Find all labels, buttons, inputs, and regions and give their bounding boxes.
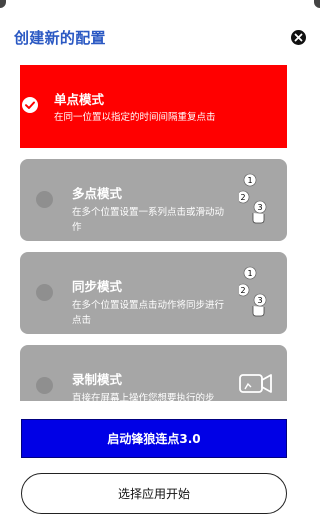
corner-left bbox=[0, 0, 6, 8]
record-icon bbox=[239, 374, 272, 393]
mode-description: 直接在屏幕上操作您想要执行的步骤，目标操作将自动而加 bbox=[72, 393, 215, 401]
svg-text:2: 2 bbox=[240, 286, 245, 295]
mode-card-sync[interactable]: 同步模式 在多个位置设置点击动作将同步进行点击 1 2 3 bbox=[20, 252, 287, 334]
mode-description: 在多个位置设置一系列点击或滑动动作 bbox=[72, 207, 225, 233]
mode-title: 单点模式 bbox=[54, 92, 105, 107]
selected-radio[interactable] bbox=[22, 97, 38, 113]
mode-radio[interactable] bbox=[36, 377, 53, 394]
sync-tap-icon: 1 2 3 bbox=[239, 266, 267, 317]
svg-text:2: 2 bbox=[240, 193, 245, 202]
mode-radio[interactable] bbox=[36, 191, 53, 208]
svg-text:3: 3 bbox=[257, 203, 262, 212]
close-button[interactable] bbox=[291, 29, 306, 45]
svg-text:3: 3 bbox=[257, 296, 262, 305]
mode-card-record[interactable]: 录制模式 直接在屏幕上操作您想要执行的步骤，目标操作将自动而加 bbox=[20, 345, 287, 401]
mode-description: 在同一位置以指定的时间间隔重复点击 bbox=[54, 112, 216, 123]
mode-list[interactable]: 单点模式 在同一位置以指定的时间间隔重复点击 多点模式 在多个位置设置一系列点击… bbox=[20, 65, 287, 401]
close-icon bbox=[294, 33, 303, 41]
check-icon bbox=[25, 101, 35, 109]
svg-text:1: 1 bbox=[247, 176, 252, 185]
mode-title: 录制模式 bbox=[72, 372, 123, 387]
start-button[interactable]: 启动锋狼连点3.0 bbox=[21, 419, 287, 458]
corner-right bbox=[314, 0, 320, 8]
dialog-header: 创建新的配置 bbox=[14, 24, 306, 50]
top-corners bbox=[0, 0, 320, 8]
mode-card-multi[interactable]: 多点模式 在多个位置设置一系列点击或滑动动作 1 2 3 bbox=[20, 159, 287, 241]
mode-description: 在多个位置设置点击动作将同步进行点击 bbox=[72, 300, 225, 326]
mode-title: 多点模式 bbox=[72, 186, 123, 201]
mode-title: 同步模式 bbox=[72, 279, 123, 294]
choose-app-button[interactable]: 选择应用开始 bbox=[21, 473, 287, 514]
multi-tap-icon: 1 2 3 bbox=[239, 173, 267, 224]
mode-card-single[interactable]: 单点模式 在同一位置以指定的时间间隔重复点击 bbox=[20, 65, 287, 148]
dialog-title: 创建新的配置 bbox=[14, 28, 106, 47]
mode-radio[interactable] bbox=[36, 284, 53, 301]
svg-text:1: 1 bbox=[247, 269, 252, 278]
